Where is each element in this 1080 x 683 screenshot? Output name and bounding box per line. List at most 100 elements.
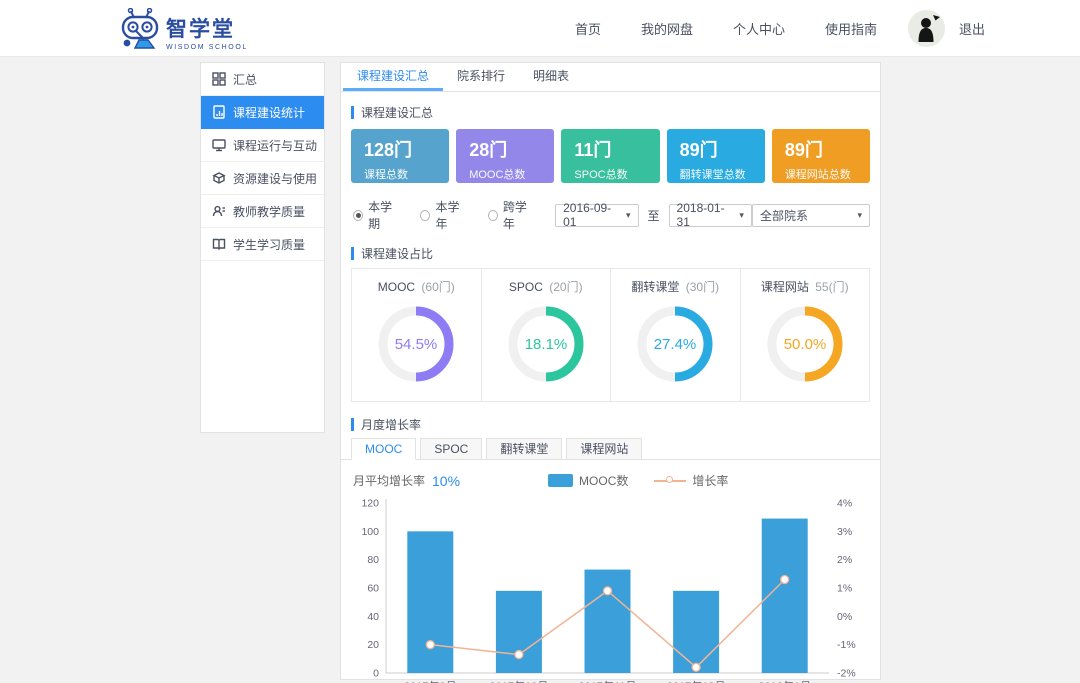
sidebar-item-student-quality[interactable]: 学生学习质量 bbox=[201, 228, 324, 261]
x-axis-label: 2017年10月 bbox=[490, 679, 549, 683]
teacher-icon bbox=[212, 204, 226, 218]
left-axis-tick-label: 40 bbox=[367, 611, 379, 623]
stat-card-flipped-total: 89门 翻转课堂总数 bbox=[667, 129, 765, 183]
bar-legend-swatch-icon bbox=[548, 474, 573, 487]
stat-card-total-courses: 128门 课程总数 bbox=[351, 129, 449, 183]
section-marker bbox=[351, 247, 354, 260]
monitor-icon bbox=[212, 138, 226, 152]
donut-chart: 18.1% bbox=[503, 295, 589, 389]
stat-value: 28门 bbox=[469, 136, 554, 162]
logo-subtitle: WISDOM SCHOOL bbox=[166, 44, 248, 51]
donut-chart: 54.5% bbox=[373, 295, 459, 389]
radio-dot-icon bbox=[488, 210, 498, 221]
sidebar-item-label: 课程建设统计 bbox=[233, 104, 305, 121]
tab-department-ranking[interactable]: 院系排行 bbox=[443, 63, 519, 91]
stat-card-spoc-total: 11门 SPOC总数 bbox=[561, 129, 659, 183]
donut-count: (20门) bbox=[549, 280, 582, 294]
stat-value: 89门 bbox=[680, 136, 765, 162]
sidebar-item-teacher-quality[interactable]: 教师教学质量 bbox=[201, 195, 324, 228]
growth-tab-flipped[interactable]: 翻转课堂 bbox=[486, 438, 562, 460]
summary-section-title: 课程建设汇总 bbox=[351, 104, 870, 121]
date-to-select[interactable]: 2018-01-31 bbox=[669, 204, 752, 227]
donut-course-website: 课程网站 55(门) 50.0% bbox=[741, 269, 870, 401]
department-select[interactable]: 全部院系 bbox=[752, 204, 870, 227]
sidebar-item-course-running[interactable]: 课程运行与互动 bbox=[201, 129, 324, 162]
legend-growth-rate[interactable]: 增长率 bbox=[654, 472, 728, 489]
sidebar-item-label: 资源建设与使用 bbox=[233, 170, 317, 187]
growth-section-title: 月度增长率 bbox=[351, 416, 870, 433]
sidebar-item-resource-usage[interactable]: 资源建设与使用 bbox=[201, 162, 324, 195]
growth-rate-point[interactable] bbox=[604, 587, 612, 595]
stat-value: 11门 bbox=[574, 136, 659, 162]
left-axis-tick-label: 60 bbox=[367, 583, 379, 595]
chart-bar[interactable] bbox=[407, 531, 453, 673]
sidebar-item-label: 课程运行与互动 bbox=[233, 137, 317, 154]
proportion-donuts: MOOC (60门) 54.5% SPOC (20门) 18.1% bbox=[351, 268, 870, 402]
main-tab-bar: 课程建设汇总 院系排行 明细表 bbox=[341, 63, 880, 92]
stat-label: 课程网站总数 bbox=[785, 166, 870, 182]
sidebar-item-label: 学生学习质量 bbox=[233, 236, 305, 253]
avg-growth-label: 月平均增长率 bbox=[353, 472, 425, 489]
growth-tab-website[interactable]: 课程网站 bbox=[566, 438, 642, 460]
growth-rate-point[interactable] bbox=[781, 576, 789, 584]
radio-current-year[interactable]: 本学年 bbox=[420, 198, 467, 232]
filter-bar: 本学期 本学年 跨学年 2016-09-01 至 2018-01-31 全部院系 bbox=[353, 203, 870, 227]
donut-title: 翻转课堂 bbox=[631, 280, 679, 294]
document-chart-icon bbox=[212, 105, 226, 119]
main-panel: 课程建设汇总 院系排行 明细表 课程建设汇总 128门 课程总数 28门 MOO… bbox=[340, 62, 881, 680]
resource-box-icon bbox=[212, 171, 226, 185]
donut-chart: 27.4% bbox=[632, 295, 718, 389]
donut-chart: 50.0% bbox=[762, 295, 848, 389]
growth-rate-point[interactable] bbox=[515, 651, 523, 659]
donut-flipped-classroom: 翻转课堂 (30门) 27.4% bbox=[611, 269, 741, 401]
donut-count: (60门) bbox=[421, 280, 454, 294]
chart-bar[interactable] bbox=[496, 591, 542, 673]
right-axis-tick-label: 1% bbox=[837, 583, 852, 595]
section-marker bbox=[351, 106, 354, 119]
avatar[interactable] bbox=[908, 10, 945, 47]
grid-icon bbox=[212, 72, 226, 86]
sidebar-item-summary[interactable]: 汇总 bbox=[201, 63, 324, 96]
date-range-to-label: 至 bbox=[648, 207, 660, 224]
left-axis-tick-label: 0 bbox=[373, 668, 379, 680]
chart-header: 月平均增长率 10% MOOC数 增长率 bbox=[353, 472, 870, 489]
left-axis-tick-label: 100 bbox=[361, 526, 379, 538]
user-area: 退出 bbox=[908, 10, 985, 47]
growth-tab-spoc[interactable]: SPOC bbox=[420, 438, 482, 460]
nav-user-guide[interactable]: 使用指南 bbox=[825, 19, 877, 38]
radio-cross-year[interactable]: 跨学年 bbox=[488, 198, 535, 232]
donut-count: (30门) bbox=[686, 280, 719, 294]
nav-home[interactable]: 首页 bbox=[575, 19, 601, 38]
chart-bar[interactable] bbox=[673, 591, 719, 673]
right-axis-tick-label: 2% bbox=[837, 554, 852, 566]
radio-current-semester[interactable]: 本学期 bbox=[353, 198, 400, 232]
proportion-section-title: 课程建设占比 bbox=[351, 245, 870, 262]
growth-chart: 020406080100120-2%-1%0%1%2%3%4%2017年9月20… bbox=[352, 493, 871, 683]
growth-rate-point[interactable] bbox=[426, 641, 434, 649]
tab-course-construction-summary[interactable]: 课程建设汇总 bbox=[343, 63, 443, 91]
chart-bar[interactable] bbox=[585, 570, 631, 673]
donut-percent: 54.5% bbox=[395, 336, 438, 353]
legend-mooc-count[interactable]: MOOC数 bbox=[548, 472, 628, 489]
donut-mooc: MOOC (60门) 54.5% bbox=[352, 269, 482, 401]
donut-percent: 18.1% bbox=[524, 336, 567, 353]
app-header: 智学堂 WISDOM SCHOOL 首页 我的网盘 个人中心 使用指南 退出 bbox=[0, 0, 1080, 57]
nav-personal-center[interactable]: 个人中心 bbox=[733, 19, 785, 38]
nav-netdisk[interactable]: 我的网盘 bbox=[641, 19, 693, 38]
sidebar-item-course-construction-stats[interactable]: 课程建设统计 bbox=[201, 96, 324, 129]
stat-cards: 128门 课程总数 28门 MOOC总数 11门 SPOC总数 89门 翻转课堂… bbox=[341, 121, 880, 183]
tab-detail-table[interactable]: 明细表 bbox=[519, 63, 583, 91]
x-axis-label: 2017年11月 bbox=[579, 679, 637, 683]
stat-label: SPOC总数 bbox=[574, 166, 659, 182]
left-axis-tick-label: 80 bbox=[367, 554, 379, 566]
date-from-select[interactable]: 2016-09-01 bbox=[555, 204, 638, 227]
book-icon bbox=[212, 237, 226, 251]
growth-rate-point[interactable] bbox=[692, 663, 700, 671]
stat-label: 课程总数 bbox=[364, 166, 449, 182]
radio-dot-icon bbox=[353, 210, 363, 221]
stat-label: MOOC总数 bbox=[469, 166, 554, 182]
logout-link[interactable]: 退出 bbox=[959, 19, 985, 38]
growth-tab-mooc[interactable]: MOOC bbox=[351, 438, 416, 460]
right-axis-tick-label: 3% bbox=[837, 526, 852, 538]
x-axis-label: 2017年9月 bbox=[404, 679, 457, 683]
